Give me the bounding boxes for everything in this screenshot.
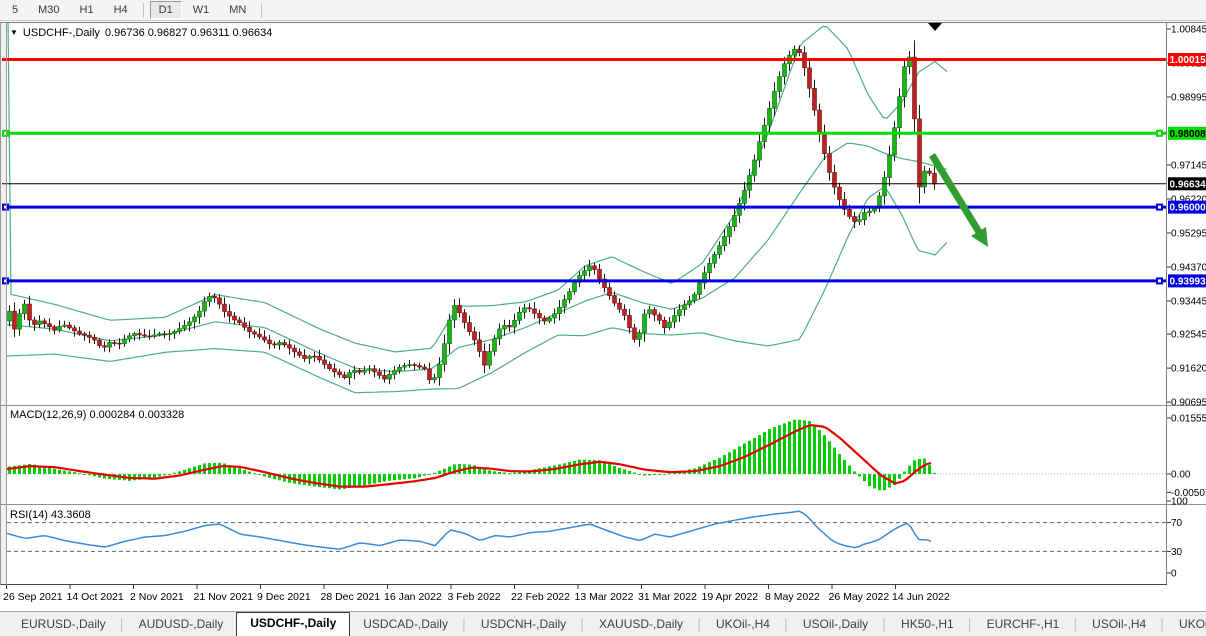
svg-text:0.90695: 0.90695 xyxy=(1171,398,1206,409)
tab-separator: │ xyxy=(119,619,126,636)
svg-text:0.95295: 0.95295 xyxy=(1171,229,1206,240)
symbol-ohlc-info: ▼ USDCHF-,Daily 0.96736 0.96827 0.96311 … xyxy=(10,27,272,39)
svg-text:3 Feb 2022: 3 Feb 2022 xyxy=(448,591,501,603)
chart-window: 1.008450.999200.989950.971450.962200.952… xyxy=(0,22,1206,611)
tab-separator: │ xyxy=(579,619,586,636)
svg-text:0.93993: 0.93993 xyxy=(1170,276,1206,287)
rsi-label: RSI(14) 43.3608 xyxy=(10,509,91,521)
timeframe-button-mn[interactable]: MN xyxy=(220,1,255,19)
macd-label: MACD(12,26,9) 0.000284 0.003328 xyxy=(10,409,184,421)
chart-tab-eurchf-h1[interactable]: EURCHF-,H1 xyxy=(974,613,1073,636)
symbol-tabbar: EURUSD-,Daily│AUDUSD-,DailyUSDCHF-,Daily… xyxy=(0,611,1206,636)
timeframe-toolbar: 5M30H1H4 D1W1MN xyxy=(0,0,1206,21)
chart-tab-usoil-h4[interactable]: USOil-,H4 xyxy=(1079,613,1159,636)
tab-separator: │ xyxy=(1159,619,1166,636)
chart-tab-usdchf-daily[interactable]: USDCHF-,Daily xyxy=(236,612,350,636)
symbol-dropdown-icon[interactable]: ▼ xyxy=(10,29,18,37)
chart-tab-eurusd-daily[interactable]: EURUSD-,Daily xyxy=(8,613,119,636)
svg-text:70: 70 xyxy=(1171,518,1183,529)
svg-text:9 Dec 2021: 9 Dec 2021 xyxy=(257,591,311,603)
timeframe-button-d1[interactable]: D1 xyxy=(150,1,182,19)
svg-text:22 Feb 2022: 22 Feb 2022 xyxy=(511,591,570,603)
svg-text:14 Jun 2022: 14 Jun 2022 xyxy=(892,591,950,603)
svg-text:2 Nov 2021: 2 Nov 2021 xyxy=(130,591,184,603)
mt4-terminal: { "toolbar": { "timeframes": [ {"label":… xyxy=(0,0,1206,636)
timeframe-button-w1[interactable]: W1 xyxy=(184,1,219,19)
tab-separator: │ xyxy=(696,619,703,636)
timeframe-button-h4[interactable]: H4 xyxy=(105,1,137,19)
svg-text:19 Apr 2022: 19 Apr 2022 xyxy=(702,591,759,603)
svg-text:8 May 2022: 8 May 2022 xyxy=(765,591,820,603)
svg-text:26 Sep 2021: 26 Sep 2021 xyxy=(3,591,63,603)
chart-tab-ukoil-h4[interactable]: UKOil-,H4 xyxy=(703,613,783,636)
tab-separator: │ xyxy=(881,619,888,636)
chart-tab-usdcad-daily[interactable]: USDCAD-,Daily xyxy=(350,613,461,636)
chart-tab-usdcnh-daily[interactable]: USDCNH-,Daily xyxy=(468,613,579,636)
svg-text:0.98008: 0.98008 xyxy=(1170,129,1206,140)
svg-text:16 Jan 2022: 16 Jan 2022 xyxy=(384,591,442,603)
svg-text:0: 0 xyxy=(1171,569,1177,580)
chart-tab-ukoil-h4[interactable]: UKOil-,H4 xyxy=(1166,613,1206,636)
svg-text:0.01555: 0.01555 xyxy=(1171,414,1206,425)
svg-text:13 Mar 2022: 13 Mar 2022 xyxy=(575,591,634,603)
chart-tab-hk50-h1[interactable]: HK50-,H1 xyxy=(888,613,967,636)
svg-text:0.97145: 0.97145 xyxy=(1171,161,1206,172)
svg-text:30: 30 xyxy=(1171,547,1183,558)
timeframe-button-m30[interactable]: M30 xyxy=(29,1,68,19)
svg-text:0.92545: 0.92545 xyxy=(1171,330,1206,341)
symbol-label: USDCHF-,Daily xyxy=(23,27,100,39)
svg-text:0.93445: 0.93445 xyxy=(1171,297,1206,308)
svg-text:1.00015: 1.00015 xyxy=(1170,55,1206,66)
svg-text:31 Mar 2022: 31 Mar 2022 xyxy=(638,591,697,603)
svg-text:14 Oct 2021: 14 Oct 2021 xyxy=(67,591,124,603)
svg-text:0.98995: 0.98995 xyxy=(1171,93,1206,104)
svg-text:21 Nov 2021: 21 Nov 2021 xyxy=(194,591,254,603)
tab-separator: │ xyxy=(1072,619,1079,636)
chart-tab-audusd-daily[interactable]: AUDUSD-,Daily xyxy=(126,613,237,636)
toolbar-separator xyxy=(143,3,144,18)
tab-separator: │ xyxy=(461,619,468,636)
svg-text:100: 100 xyxy=(1171,497,1188,508)
chart-tab-xauusd-daily[interactable]: XAUUSD-,Daily xyxy=(586,613,696,636)
timeframe-button-5[interactable]: 5 xyxy=(3,1,27,19)
svg-text:0.91620: 0.91620 xyxy=(1171,364,1206,375)
chart-canvas[interactable]: 1.008450.999200.989950.971450.962200.952… xyxy=(0,22,1206,611)
svg-text:1.00845: 1.00845 xyxy=(1171,25,1206,36)
tab-separator: │ xyxy=(783,619,790,636)
svg-text:26 May 2022: 26 May 2022 xyxy=(829,591,890,603)
svg-text:0.00: 0.00 xyxy=(1171,470,1191,481)
timeframe-button-h1[interactable]: H1 xyxy=(71,1,103,19)
chart-tab-usoil-daily[interactable]: USOil-,Daily xyxy=(790,613,881,636)
svg-text:0.94370: 0.94370 xyxy=(1171,263,1206,274)
tab-separator: │ xyxy=(967,619,974,636)
svg-text:0.96634: 0.96634 xyxy=(1170,179,1206,190)
toolbar-separator xyxy=(261,3,262,18)
svg-text:0.96000: 0.96000 xyxy=(1170,203,1206,214)
svg-text:28 Dec 2021: 28 Dec 2021 xyxy=(321,591,381,603)
ohlc-values: 0.96736 0.96827 0.96311 0.96634 xyxy=(105,27,272,39)
